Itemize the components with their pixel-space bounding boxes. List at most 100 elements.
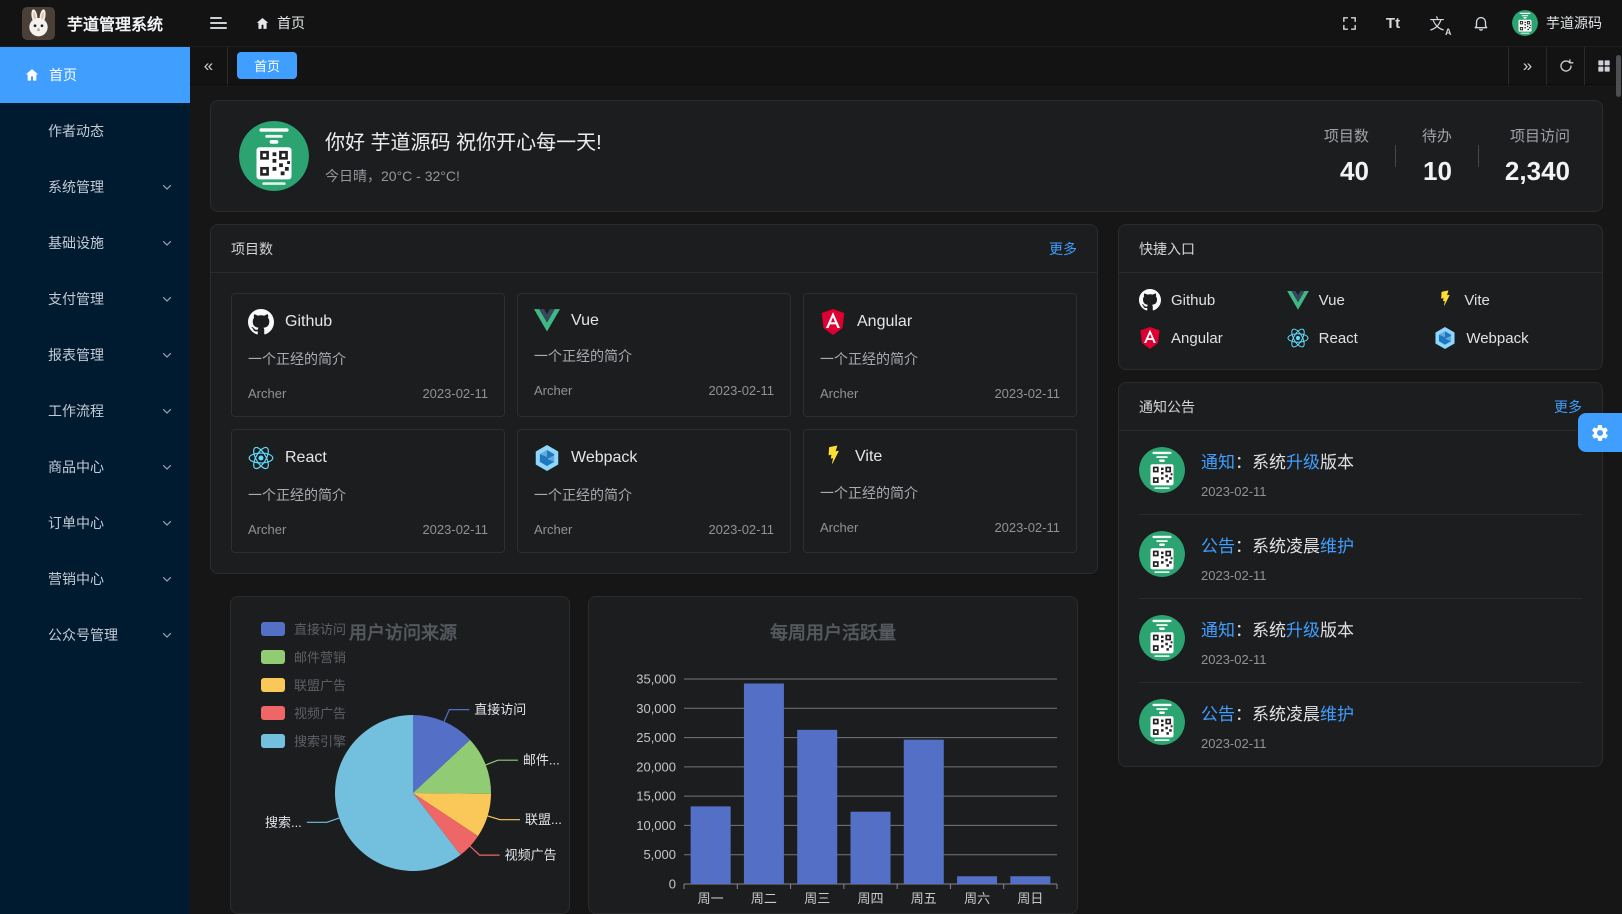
notices-more-link[interactable]: 更多 <box>1554 397 1582 417</box>
notice-item[interactable]: 通知：系统升级版本 2023-02-11 <box>1139 431 1582 514</box>
project-card-angular[interactable]: Angular 一个正经的简介 Archer2023-02-11 <box>803 293 1077 417</box>
home-icon <box>24 67 40 83</box>
sidebar-item-report[interactable]: 报表管理 <box>0 327 190 383</box>
legend-item-视频广告[interactable]: 视频广告 <box>261 703 346 722</box>
stat-divider <box>1478 145 1479 167</box>
project-date: 2023-02-11 <box>422 386 488 401</box>
bell-icon <box>1472 14 1490 32</box>
pie-legend: 直接访问邮件营销联盟广告视频广告搜索引擎 <box>261 619 346 750</box>
project-desc: 一个正经的简介 <box>534 485 774 505</box>
bar-周一[interactable] <box>691 806 731 884</box>
bar-周二[interactable] <box>744 683 784 884</box>
tabs-scroll-left-button[interactable]: « <box>190 47 228 85</box>
tab-refresh-button[interactable] <box>1546 47 1584 85</box>
user-menu[interactable]: 芋道源码 <box>1512 10 1602 36</box>
legend-item-邮件营销[interactable]: 邮件营销 <box>261 647 346 666</box>
language-button[interactable]: 文A <box>1420 6 1454 40</box>
notice-item[interactable]: 通知：系统升级版本 2023-02-11 <box>1139 598 1582 682</box>
project-card-vue[interactable]: Vue 一个正经的简介 Archer2023-02-11 <box>517 293 791 417</box>
notice-item[interactable]: 公告：系统凌晨维护 2023-02-11 <box>1139 514 1582 598</box>
sidebar-item-infra[interactable]: 基础设施 <box>0 215 190 271</box>
github-icon <box>1139 289 1161 311</box>
sidebar-item-payment[interactable]: 支付管理 <box>0 271 190 327</box>
bar-周三[interactable] <box>797 730 837 884</box>
stat-label: 项目数 <box>1324 125 1369 146</box>
project-name: Vite <box>855 448 882 466</box>
tab-home[interactable]: 首页 <box>237 52 297 79</box>
project-card-react[interactable]: React 一个正经的简介 Archer2023-02-11 <box>231 429 505 553</box>
notice-date: 2023-02-11 <box>1201 568 1354 583</box>
notice-date: 2023-02-11 <box>1201 484 1354 499</box>
vue-icon <box>1287 291 1309 310</box>
stat-value: 40 <box>1340 156 1369 187</box>
grid-icon <box>1596 58 1612 74</box>
scrollbar-thumb[interactable] <box>1616 55 1621 97</box>
stat-value: 10 <box>1423 156 1452 187</box>
projects-grid: Github 一个正经的简介 Archer2023-02-11 Vue 一个正经… <box>211 273 1097 573</box>
notice-item[interactable]: 公告：系统凌晨维护 2023-02-11 <box>1139 682 1582 766</box>
legend-item-联盟广告[interactable]: 联盟广告 <box>261 675 346 694</box>
sidebar-item-system[interactable]: 系统管理 <box>0 159 190 215</box>
quick-entry-react[interactable]: React <box>1287 327 1435 349</box>
projects-more-link[interactable]: 更多 <box>1049 239 1077 259</box>
sidebar-item-author-news[interactable]: 作者动态 <box>0 103 190 159</box>
bar-周六[interactable] <box>957 876 997 884</box>
bar-周日[interactable] <box>1010 876 1050 884</box>
notices-card: 通知公告 更多 通知：系统升级版本 2023-02-11 公告： <box>1118 382 1603 767</box>
bar-周五[interactable] <box>904 740 944 884</box>
sidebar-item-wechat-official[interactable]: 公众号管理 <box>0 607 190 663</box>
sidebar-item-marketing[interactable]: 营销中心 <box>0 551 190 607</box>
legend-item-直接访问[interactable]: 直接访问 <box>261 619 346 638</box>
gear-icon <box>1590 423 1610 443</box>
notice-date: 2023-02-11 <box>1201 736 1354 751</box>
app-header: 芋道管理系统 首页 Tt 文A 芋道源码 <box>0 0 1622 47</box>
project-card-vite[interactable]: Vite 一个正经的简介 Archer2023-02-11 <box>803 429 1077 553</box>
notice-avatar <box>1139 615 1185 661</box>
sidebar-item-label: 支付管理 <box>48 289 104 309</box>
quick-entry-label: React <box>1319 330 1358 347</box>
quick-entry-label: Vue <box>1319 292 1345 309</box>
tab-bar: « 首页 » <box>190 47 1622 85</box>
legend-swatch <box>261 734 285 748</box>
sidebar-item-workflow[interactable]: 工作流程 <box>0 383 190 439</box>
bar-周四[interactable] <box>851 812 891 884</box>
brand: 芋道管理系统 <box>0 7 190 40</box>
pie-callout-line <box>307 818 339 822</box>
pie-callout-line <box>470 846 500 855</box>
x-axis-tick-label: 周三 <box>804 891 830 906</box>
sidebar-item-label: 营销中心 <box>48 569 104 589</box>
stat-value: 2,340 <box>1505 156 1570 187</box>
quick-entry-vue[interactable]: Vue <box>1287 289 1435 311</box>
sidebar-item-label: 商品中心 <box>48 457 104 477</box>
sidebar-item-order[interactable]: 订单中心 <box>0 495 190 551</box>
sidebar: 首页 作者动态 系统管理 基础设施 支付管理 报表管理 工作流程 商品中心 订单… <box>0 47 190 914</box>
quick-entry-github[interactable]: Github <box>1139 289 1287 311</box>
notification-bell-button[interactable] <box>1464 6 1498 40</box>
quick-entry-webpack[interactable]: Webpack <box>1434 327 1582 349</box>
notice-avatar <box>1139 699 1185 745</box>
sidebar-item-label: 作者动态 <box>48 121 104 141</box>
breadcrumb[interactable]: 首页 <box>255 13 305 33</box>
quick-entry-label: Vite <box>1464 292 1490 309</box>
project-card-github[interactable]: Github 一个正经的简介 Archer2023-02-11 <box>231 293 505 417</box>
sidebar-fold-icon[interactable] <box>204 11 233 35</box>
x-axis-tick-label: 周日 <box>1017 891 1043 906</box>
fullscreen-button[interactable] <box>1332 6 1366 40</box>
sidebar-item-product[interactable]: 商品中心 <box>0 439 190 495</box>
pie-callout-line <box>444 710 469 722</box>
theme-settings-button[interactable] <box>1578 413 1622 452</box>
sidebar-item-label: 首页 <box>49 65 77 85</box>
sidebar-item-home[interactable]: 首页 <box>0 47 190 103</box>
tabs-scroll-right-button[interactable]: » <box>1508 47 1546 85</box>
pie-callout-label: 联盟... <box>525 812 562 827</box>
legend-item-搜索引擎[interactable]: 搜索引擎 <box>261 731 346 750</box>
project-desc: 一个正经的简介 <box>534 346 774 366</box>
legend-label: 搜索引擎 <box>294 731 346 750</box>
quick-entry-label: Angular <box>1171 330 1223 347</box>
project-card-webpack[interactable]: Webpack 一个正经的简介 Archer2023-02-11 <box>517 429 791 553</box>
quick-entry-vite[interactable]: Vite <box>1434 289 1582 311</box>
project-author: Archer <box>534 383 572 398</box>
page-scrollbar[interactable] <box>1615 47 1622 914</box>
quick-entry-angular[interactable]: Angular <box>1139 327 1287 349</box>
font-size-button[interactable]: Tt <box>1376 6 1410 40</box>
